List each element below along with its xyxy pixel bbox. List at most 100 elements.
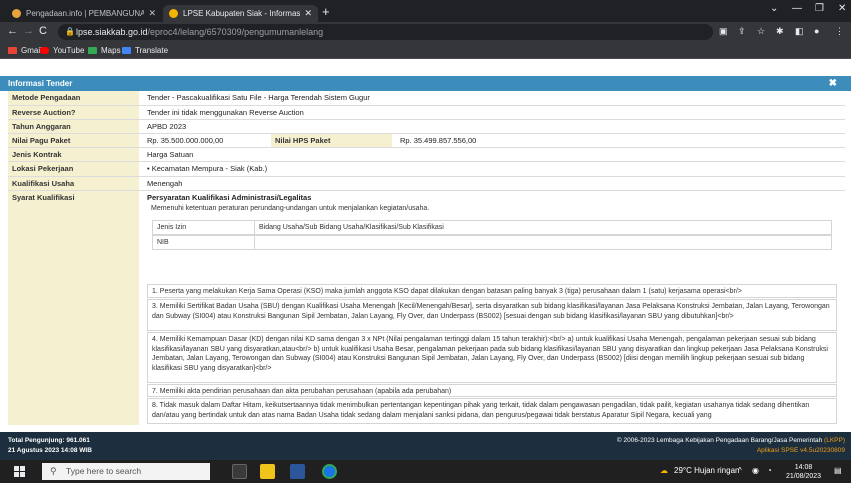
youtube-icon: [40, 47, 49, 54]
tab-title: LPSE Kabupaten Siak - Informas: [183, 9, 301, 18]
word-icon[interactable]: [290, 464, 305, 479]
pengadaan-favicon-icon: [12, 9, 21, 18]
value-metode: Tender - Pascakualifikasi Satu File - Ha…: [147, 93, 370, 102]
forward-icon: →: [23, 25, 34, 37]
bookmark-gmail[interactable]: Gmail: [8, 46, 42, 55]
visitor-count: Total Pengunjung: 961.061: [8, 437, 90, 444]
modal-close-icon[interactable]: ✖: [829, 76, 837, 91]
translate-icon: [122, 47, 131, 54]
bookmarks-bar: Gmail YouTube Maps Translate: [0, 43, 851, 59]
app-version: Aplikasi SPSE v4.5u20230809: [756, 447, 845, 454]
value-hps: Rp. 35.499.857.556,00: [400, 136, 477, 145]
label-hps: Nilai HPS Paket: [271, 134, 392, 147]
tab-close-icon[interactable]: ✕: [304, 8, 312, 19]
maps-icon: [88, 47, 97, 54]
value-tahun: APBD 2023: [147, 122, 187, 131]
file-explorer-icon[interactable]: [260, 464, 275, 479]
row-kualifikasi: Kualifikasi Usaha Menengah: [8, 177, 845, 191]
syarat-item-3: 3. Memiliki Sertifikat Badan Usaha (SBU)…: [147, 299, 837, 331]
bookmark-label: Translate: [135, 46, 169, 55]
lpse-favicon-icon: [169, 9, 178, 18]
value-kontrak: Harga Satuan: [147, 150, 194, 159]
modal-title: Informasi Tender: [8, 79, 73, 88]
bookmark-label: YouTube: [53, 46, 85, 55]
izin-row: NIB: [152, 235, 832, 250]
row-tahun: Tahun Anggaran APBD 2023: [8, 120, 845, 134]
bookmark-translate[interactable]: Translate: [122, 46, 168, 55]
search-placeholder: Type here to search: [66, 466, 142, 476]
tender-info-table: Metode Pengadaan Tender - Pascakualifika…: [8, 91, 845, 425]
chrome-icon[interactable]: [322, 464, 337, 479]
value-lokasi: • Kecamatan Mempura - Siak (Kab.): [147, 164, 268, 173]
volume-icon[interactable]: ◔: [767, 466, 772, 475]
bookmark-label: Maps: [101, 46, 121, 55]
side-panel-icon[interactable]: ◧: [795, 26, 804, 37]
lock-icon: 🔒: [65, 27, 75, 36]
extensions-icon[interactable]: ✱: [776, 26, 784, 37]
clock-date: 21/08/2023: [786, 473, 822, 480]
bookmark-youtube[interactable]: YouTube: [40, 46, 84, 55]
row-pagu: Nilai Pagu Paket Rp. 35.500.000.000,00 N…: [8, 134, 845, 148]
syarat-item-7: 7. Memiliki akta pendirian perusahaan da…: [147, 384, 837, 397]
izin-nib: NIB: [157, 239, 169, 246]
lkpp-link[interactable]: (LKPP): [824, 437, 845, 444]
syarat-item-8: 8. Tidak masuk dalam Daftar Hitam, keiku…: [147, 398, 837, 424]
new-tab-icon[interactable]: +: [322, 4, 330, 19]
footer-copyright: © 2006-2023 Lembaga Kebijakan Pengadaan …: [617, 437, 845, 444]
url-host: lpse.siakkab.go.id: [76, 27, 148, 37]
translate-page-icon[interactable]: ▣: [719, 26, 728, 37]
minimize-icon[interactable]: —: [792, 3, 802, 14]
notification-icon[interactable]: ▤: [834, 466, 842, 475]
back-icon[interactable]: ←: [7, 25, 18, 37]
label-pagu: Nilai Pagu Paket: [8, 134, 139, 147]
weather-icon: ☁: [660, 466, 668, 475]
profile-icon[interactable]: ●: [814, 26, 819, 36]
weather-text[interactable]: 29°C Hujan ringan: [674, 466, 739, 475]
windows-taskbar: ⚲ Type here to search ☁ 29°C Hujan ringa…: [0, 460, 851, 483]
syarat-item-1: 1. Peserta yang melakukan Kerja Sama Ope…: [147, 284, 837, 298]
value-kualifikasi: Menengah: [147, 179, 183, 188]
network-icon[interactable]: ◉: [752, 466, 759, 475]
bookmark-star-icon[interactable]: ☆: [757, 26, 765, 37]
gmail-icon: [8, 47, 17, 54]
reload-icon[interactable]: C: [39, 25, 47, 37]
label-kualifikasi: Kualifikasi Usaha: [8, 177, 139, 190]
url-field[interactable]: 🔒 lpse.siakkab.go.id/eproc4/lelang/65703…: [58, 24, 713, 40]
copyright-text: © 2006-2023 Lembaga Kebijakan Pengadaan …: [616, 437, 823, 444]
tab-search-icon[interactable]: ⌄: [770, 3, 778, 14]
lpse-footer: Total Pengunjung: 961.061 21 Agustus 202…: [0, 432, 851, 460]
row-metode: Metode Pengadaan Tender - Pascakualifika…: [8, 91, 845, 106]
row-reverse: Reverse Auction? Tender ini tidak menggu…: [8, 106, 845, 120]
browser-tab-bar: Pengadaan.info | PEMBANGUNA ✕ LPSE Kabup…: [0, 0, 851, 22]
page-backdrop: [0, 59, 851, 76]
footer-date: 21 Agustus 2023 14:08 WIB: [8, 447, 92, 454]
label-metode: Metode Pengadaan: [8, 91, 139, 105]
label-syarat: Syarat Kualifikasi: [8, 191, 139, 425]
tab-pengadaan[interactable]: Pengadaan.info | PEMBANGUNA ✕: [6, 5, 162, 22]
tab-title: Pengadaan.info | PEMBANGUNA: [26, 9, 145, 18]
bookmark-maps[interactable]: Maps: [88, 46, 121, 55]
syarat-item-4: 4. Memiliki Kemampuan Dasar (KD) dengan …: [147, 332, 837, 383]
tab-lpse[interactable]: LPSE Kabupaten Siak - Informas ✕: [163, 5, 318, 22]
menu-icon[interactable]: ⋮: [835, 26, 844, 37]
window-close-icon[interactable]: ✕: [838, 3, 846, 14]
value-pagu: Rp. 35.500.000.000,00: [147, 136, 224, 145]
task-view-icon[interactable]: [232, 464, 247, 479]
value-reverse: Tender ini tidak menggunakan Reverse Auc…: [147, 108, 304, 117]
taskbar-clock[interactable]: 14:08 21/08/2023: [786, 463, 821, 481]
row-kontrak: Jenis Kontrak Harga Satuan: [8, 148, 845, 162]
tab-close-icon[interactable]: ✕: [148, 8, 156, 19]
maximize-icon[interactable]: ❐: [815, 3, 824, 14]
label-reverse: Reverse Auction?: [8, 106, 139, 119]
taskbar-search-input[interactable]: ⚲ Type here to search: [42, 463, 210, 480]
bookmark-label: Gmail: [21, 46, 42, 55]
syarat-intro: Memenuhi ketentuan peraturan perundang-u…: [151, 205, 430, 212]
url-path: /eproc4/lelang/6570309/pengumumanlelang: [147, 27, 324, 37]
izin-col-jenis: Jenis Izin: [157, 224, 187, 231]
windows-start-icon[interactable]: [14, 466, 25, 477]
izin-header-row: Jenis Izin Bidang Usaha/Sub Bidang Usaha…: [152, 220, 832, 235]
share-icon[interactable]: ⇪: [738, 26, 746, 37]
label-kontrak: Jenis Kontrak: [8, 148, 139, 161]
clock-time: 14:08: [794, 464, 813, 471]
tray-chevron-icon[interactable]: ^: [738, 466, 742, 475]
